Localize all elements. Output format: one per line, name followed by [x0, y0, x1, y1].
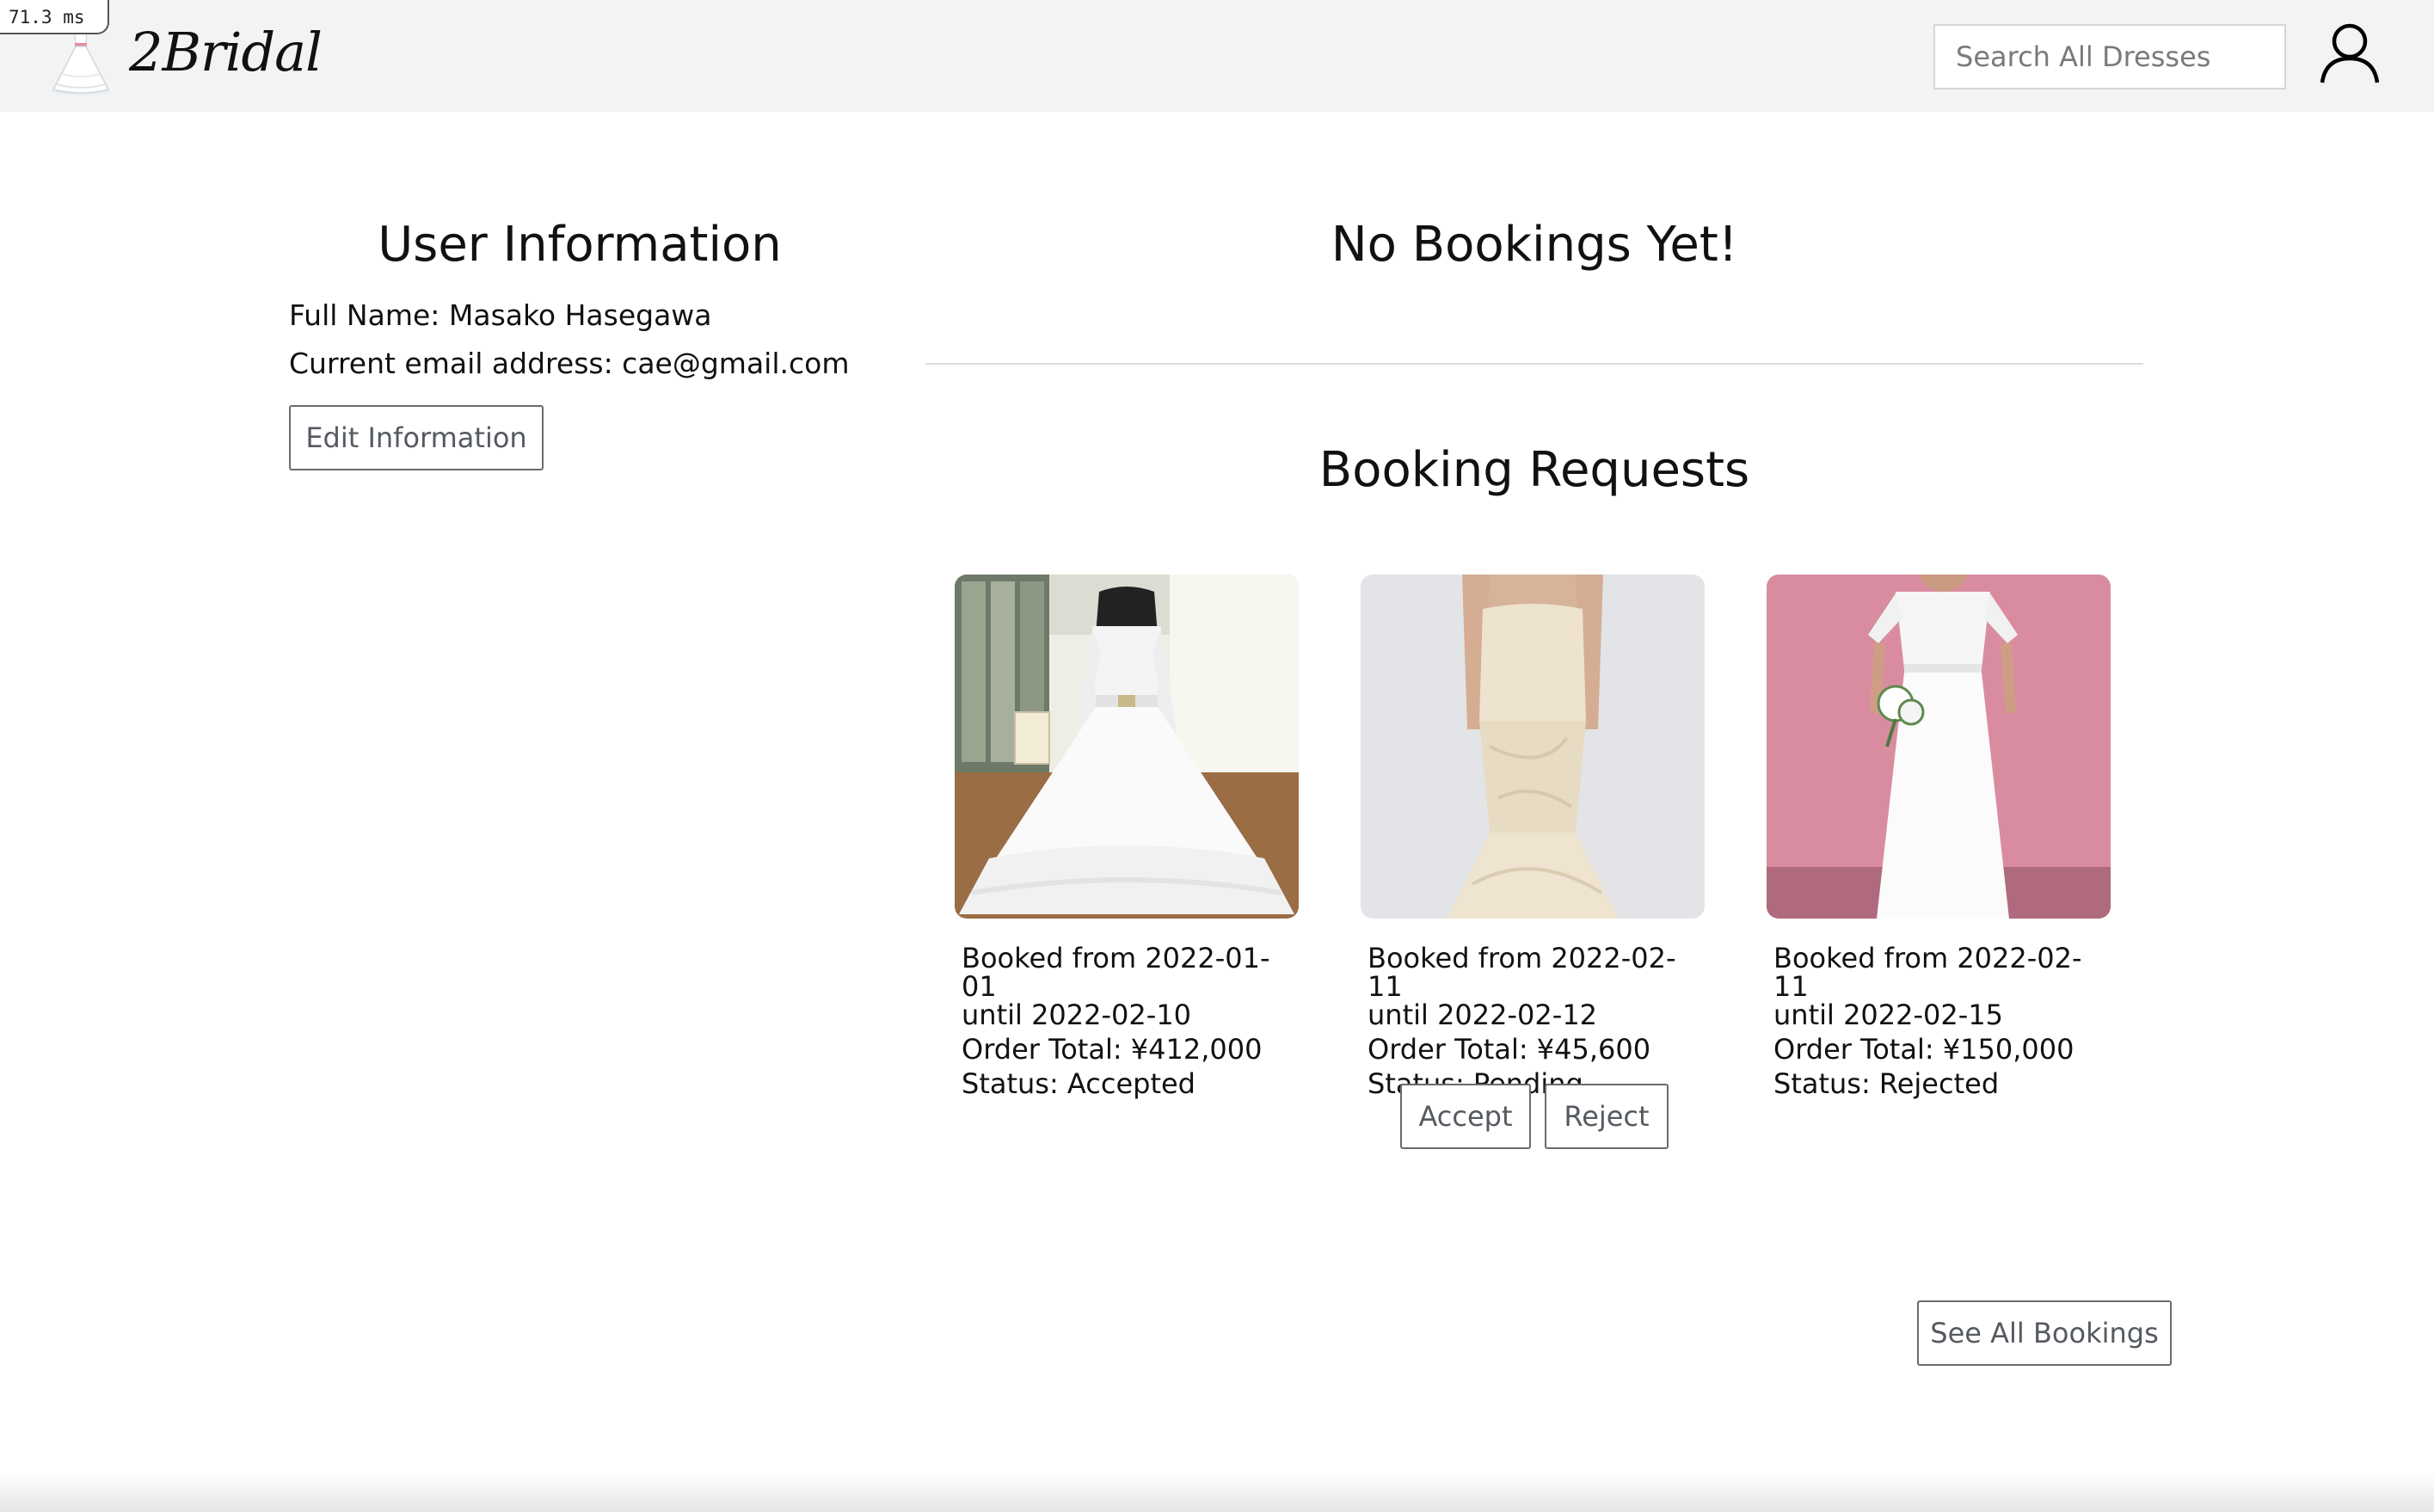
email-text: Current email address: cae@gmail.com [289, 347, 850, 380]
booking-details: Booked from 2022-01-01 until 2022-02-10 … [955, 944, 1300, 1098]
booking-requests-heading: Booking Requests [1318, 442, 1750, 498]
window-bottom-edge [0, 1472, 2434, 1512]
booked-until-text: until 2022-02-12 [1368, 999, 1598, 1031]
reject-button[interactable]: Reject [1545, 1084, 1669, 1149]
user-information-heading: User Information [378, 217, 782, 273]
search-dresses-input[interactable] [1933, 24, 2286, 89]
booked-from-text: Booked from 2022-02-11 [1368, 942, 1676, 1003]
lace-ballgown-dress-image[interactable] [955, 575, 1299, 919]
perf-timing-badge: 71.3 ms [0, 0, 109, 34]
booked-until-text: until 2022-02-10 [962, 999, 1192, 1031]
booked-from-text: Booked from 2022-02-11 [1773, 942, 2082, 1003]
order-total-text: Order Total: ¥150,000 [1773, 1033, 2074, 1066]
booking-status-text: Status: Rejected [1773, 1067, 2000, 1100]
booking-request-card: Booked from 2022-01-01 until 2022-02-10 … [955, 575, 1300, 1098]
booked-from-text: Booked from 2022-01-01 [962, 942, 1270, 1003]
satin-mermaid-dress-image[interactable] [1361, 575, 1705, 919]
brand-name: 2Bridal [129, 20, 323, 83]
order-total-text: Order Total: ¥412,000 [962, 1033, 1263, 1066]
booking-details: Booked from 2022-02-11 until 2022-02-15 … [1767, 944, 2112, 1098]
booking-request-card: Booked from 2022-02-11 until 2022-02-15 … [1767, 575, 2112, 1098]
empire-waist-dress-image[interactable] [1767, 575, 2111, 919]
top-navbar: 71.3 ms 2Bridal [0, 0, 2434, 112]
accept-button[interactable]: Accept [1400, 1084, 1531, 1149]
order-total-text: Order Total: ¥45,600 [1368, 1033, 1651, 1066]
full-name-text: Full Name: Masako Hasegawa [289, 298, 712, 332]
section-divider [925, 363, 2143, 365]
booking-status-text: Status: Accepted [962, 1067, 1195, 1100]
booking-request-card: Booked from 2022-02-11 until 2022-02-12 … [1361, 575, 1706, 1098]
see-all-bookings-button[interactable]: See All Bookings [1917, 1300, 2172, 1366]
booked-until-text: until 2022-02-15 [1773, 999, 2004, 1031]
booking-details: Booked from 2022-02-11 until 2022-02-12 … [1361, 944, 1706, 1098]
user-profile-icon[interactable] [2317, 19, 2382, 84]
no-bookings-heading: No Bookings Yet! [1331, 217, 1738, 273]
edit-information-button[interactable]: Edit Information [289, 405, 544, 470]
